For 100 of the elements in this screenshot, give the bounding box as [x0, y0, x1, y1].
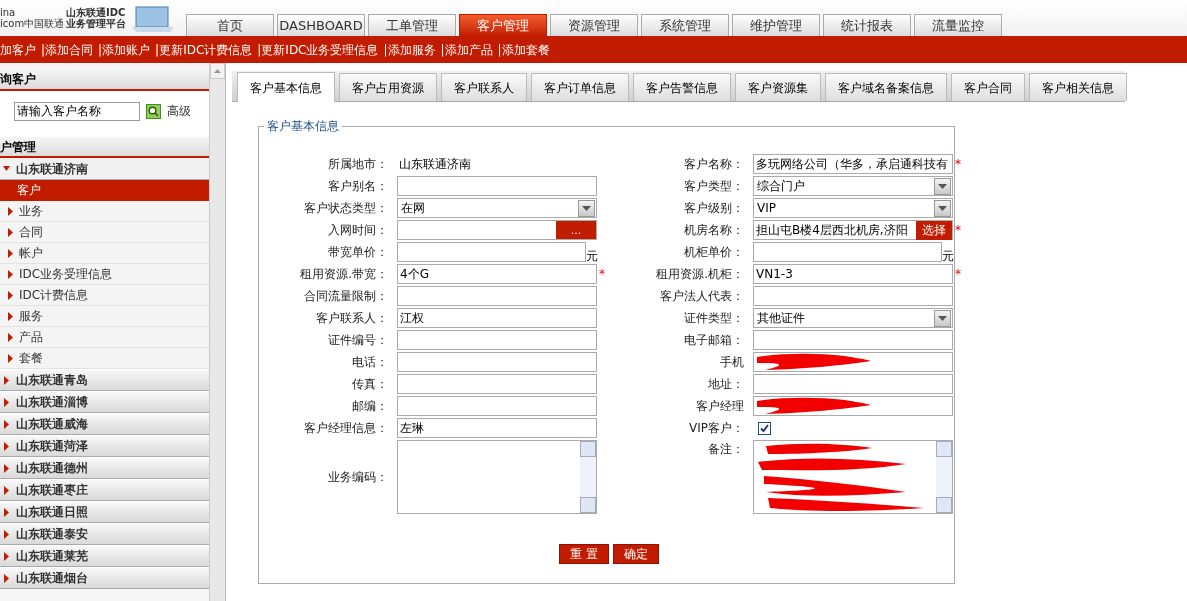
action-link[interactable]: 加客户	[0, 40, 36, 59]
content-tab[interactable]: 客户联系人	[441, 73, 527, 101]
text-field[interactable]	[397, 330, 597, 350]
date-picker-button[interactable]: ...	[556, 221, 596, 239]
content-tab[interactable]: 客户域名备案信息	[825, 73, 947, 101]
field-label: 入网时间：	[328, 222, 388, 239]
nav-tab[interactable]: 流量监控	[914, 14, 1002, 36]
tree-group[interactable]: 山东联通济南	[0, 158, 209, 180]
caret-right-icon	[3, 573, 10, 583]
search-icon[interactable]	[146, 103, 161, 119]
caret-right-icon	[3, 507, 10, 517]
text-field[interactable]	[397, 396, 597, 416]
nav-tab[interactable]: 统计报表	[823, 14, 911, 36]
action-link[interactable]: |添加产品	[440, 40, 493, 59]
advanced-search-link[interactable]: 高级	[167, 102, 191, 120]
text-field[interactable]: 4个G	[397, 264, 597, 284]
content-tab[interactable]: 客户相关信息	[1029, 73, 1127, 101]
text-field[interactable]	[753, 374, 953, 394]
field-label: 电子邮箱：	[684, 332, 744, 349]
search-field[interactable]: 请输入客户名称	[14, 101, 140, 121]
text-field[interactable]	[753, 352, 953, 372]
text-field[interactable]	[753, 286, 953, 306]
action-link[interactable]: |更新IDC业务受理信息	[257, 40, 379, 59]
text-field[interactable]: 左琳	[397, 418, 597, 438]
nav-tab[interactable]: 工单管理	[368, 14, 456, 36]
action-link[interactable]: |添加套餐	[497, 40, 550, 59]
select-field[interactable]: 在网	[397, 198, 597, 218]
select-field[interactable]: VIP	[753, 198, 953, 218]
field-label: 合同流量限制：	[304, 288, 388, 305]
picker-field[interactable]: 担山屯B楼4层西北机房,济阳 选择	[753, 220, 953, 240]
unit-label: 元	[942, 250, 954, 262]
caret-right-icon	[3, 441, 10, 451]
select-field[interactable]: 综合门户	[753, 176, 953, 196]
text-field[interactable]	[397, 176, 597, 196]
content-tab[interactable]: 客户占用资源	[339, 73, 437, 101]
field-label: 客户联系人：	[316, 310, 388, 327]
content-tab[interactable]: 客户合同	[951, 73, 1025, 101]
form-button[interactable]: 确定	[612, 544, 659, 564]
field-label: 备注：	[708, 441, 744, 458]
tree-group[interactable]: 山东联通威海	[0, 413, 209, 435]
tree-group[interactable]: 山东联通德州	[0, 457, 209, 479]
checkbox[interactable]	[758, 421, 771, 435]
tree-group[interactable]: 山东联通青岛	[0, 369, 209, 391]
action-link[interactable]: |更新IDC计费信息	[155, 40, 253, 59]
tree-group[interactable]: 山东联通日照	[0, 501, 209, 523]
caret-right-icon	[7, 269, 14, 279]
text-area[interactable]	[753, 440, 953, 514]
field-label: 电话：	[352, 354, 388, 371]
logo-text: 业务管理平台	[66, 18, 126, 29]
action-link[interactable]: |添加账户	[98, 40, 151, 59]
scrollbar[interactable]	[936, 441, 952, 513]
field-label: 证件类型：	[684, 310, 744, 327]
tree-group[interactable]: 山东联通淄博	[0, 391, 209, 413]
panel-title: 询客户	[0, 71, 36, 88]
select-field[interactable]: 其他证件	[753, 308, 953, 328]
text-field[interactable]	[753, 396, 953, 416]
scrollbar[interactable]	[580, 441, 596, 513]
text-field[interactable]	[753, 330, 953, 350]
nav-tab[interactable]: DASHBOARD	[277, 14, 365, 36]
caret-right-icon	[7, 290, 14, 300]
required-asterisk: *	[955, 266, 961, 283]
tree-item[interactable]: 帐户	[0, 243, 209, 264]
caret-right-icon	[3, 551, 10, 561]
text-field[interactable]	[397, 286, 597, 306]
tree-group[interactable]: 山东联通菏泽	[0, 435, 209, 457]
content-tab[interactable]: 客户资源集	[735, 73, 821, 101]
action-link[interactable]: |添加合同	[41, 40, 94, 59]
tree-group[interactable]: 山东联通枣庄	[0, 479, 209, 501]
price-field[interactable]	[753, 242, 942, 262]
form-button[interactable]: 重 置	[559, 544, 609, 564]
fieldset-legend: 客户基本信息	[264, 117, 342, 135]
nav-tab[interactable]: 资源管理	[550, 14, 638, 36]
content-tab[interactable]: 客户基本信息	[237, 72, 335, 102]
choose-button[interactable]: 选择	[916, 220, 952, 240]
nav-tab[interactable]: 系统管理	[641, 14, 729, 36]
nav-tab[interactable]: 客户管理	[459, 14, 547, 36]
scrollbar[interactable]	[210, 63, 226, 601]
nav-tab[interactable]: 维护管理	[732, 14, 820, 36]
tree-group[interactable]: 山东联通莱芜	[0, 545, 209, 567]
nav-tab[interactable]: 首页	[186, 14, 274, 36]
text-field[interactable]: 多玩网络公司（华多，承启通科技有	[753, 154, 953, 174]
tree-group[interactable]: 山东联通泰安	[0, 523, 209, 545]
price-field[interactable]	[397, 242, 586, 262]
text-field[interactable]	[397, 374, 597, 394]
text-field[interactable]: VN1-3	[753, 264, 953, 284]
caret-right-icon	[7, 248, 14, 258]
tree-item[interactable]: 客户	[0, 180, 209, 201]
date-field[interactable]: ...	[397, 220, 597, 240]
field-label: 所属地市：	[328, 156, 388, 173]
caret-right-icon	[3, 485, 10, 495]
content-tab[interactable]: 客户告警信息	[633, 73, 731, 101]
text-area[interactable]	[397, 440, 597, 514]
field-label: 带宽单价：	[328, 244, 388, 261]
action-link[interactable]: |添加服务	[383, 40, 436, 59]
caret-down-icon	[3, 164, 10, 173]
text-field[interactable]	[397, 352, 597, 372]
text-field[interactable]: 江权	[397, 308, 597, 328]
content-tab[interactable]: 客户订单信息	[531, 73, 629, 101]
tree-group[interactable]: 山东联通烟台	[0, 567, 209, 589]
caret-right-icon	[7, 332, 14, 342]
